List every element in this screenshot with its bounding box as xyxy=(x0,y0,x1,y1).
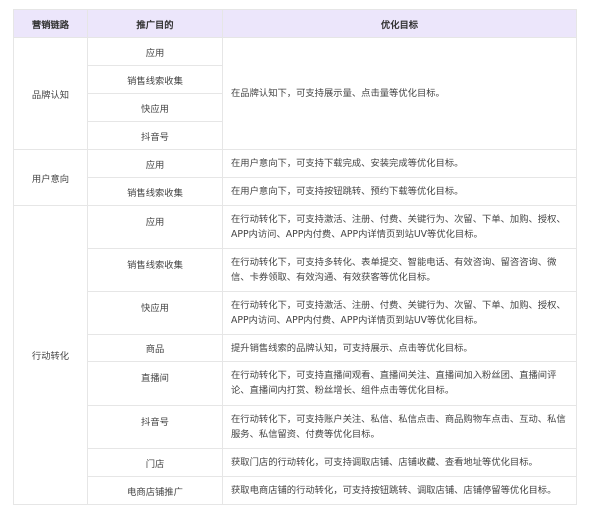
purpose-cell: 应用 xyxy=(87,37,223,66)
table-row: 门店 获取门店的行动转化，可支持调取店铺、店铺收藏、查看地址等优化目标。 xyxy=(14,448,577,477)
table-row: 品牌认知 应用 在品牌认知下，可支持展示量、点击量等优化目标。 xyxy=(13,37,577,150)
purpose-cell: 电商店铺推广 xyxy=(87,476,223,505)
table-header-row: 营销链路 推广目的 优化目标 xyxy=(13,9,577,38)
purpose-cell: 抖音号 xyxy=(87,121,223,150)
goal-cell: 在品牌认知下，可支持展示量、点击量等优化目标。 xyxy=(222,37,577,150)
goal-cell: 在行动转化下，可支持直播间观看、直播间关注、直播间加入粉丝团、直播间评论、直播间… xyxy=(222,361,577,406)
table-row: 直播间 在行动转化下，可支持直播间观看、直播间关注、直播间加入粉丝团、直播间评论… xyxy=(14,361,577,406)
purpose-cell: 应用 xyxy=(87,149,223,178)
header-optimization-goal: 优化目标 xyxy=(222,9,577,38)
goal-cell: 在行动转化下，可支持多转化、表单提交、智能电话、有效咨询、留咨咨询、微信、卡券领… xyxy=(222,248,577,292)
purpose-cell: 应用 xyxy=(87,205,223,249)
table-row: 销售线索收集 在行动转化下，可支持多转化、表单提交、智能电话、有效咨询、留咨咨询… xyxy=(14,248,577,292)
purpose-cell: 直播间 xyxy=(87,361,223,406)
table-row: 行动转化 应用 在行动转化下，可支持激活、注册、付费、关键行为、次留、下单、加购… xyxy=(13,205,577,505)
purpose-cell: 销售线索收集 xyxy=(87,248,223,292)
stage-cell: 用户意向 xyxy=(13,149,88,206)
purpose-cell: 快应用 xyxy=(87,93,223,122)
goal-cell: 在行动转化下，可支持激活、注册、付费、关键行为、次留、下单、加购、授权、APP内… xyxy=(222,205,577,249)
purpose-cell: 商品 xyxy=(87,334,223,362)
stage-cell: 品牌认知 xyxy=(13,37,88,150)
table-row: 电商店铺推广 获取电商店铺的行动转化，可支持按钮跳转、调取店铺、店铺停留等优化目… xyxy=(14,476,577,505)
table-row: 用户意向 应用 在用户意向下，可支持下载完成、安装完成等优化目标。 xyxy=(13,149,577,206)
optimization-goals-table: 营销链路 推广目的 优化目标 品牌认知 应用 在品牌认知下，可支持展示量、点击量… xyxy=(13,9,577,505)
goal-cell: 在行动转化下，可支持激活、注册、付费、关键行为、次留、下单、加购、授权、APP内… xyxy=(222,291,577,335)
table-row: 抖音号 在行动转化下，可支持账户关注、私信、私信点击、商品购物车点击、互动、私信… xyxy=(14,405,577,449)
purpose-cell: 销售线索收集 xyxy=(87,177,223,206)
purpose-cell: 门店 xyxy=(87,448,223,477)
goal-cell: 在用户意向下，可支持下载完成、安装完成等优化目标。 xyxy=(222,149,577,178)
stage-cell: 行动转化 xyxy=(13,205,88,505)
purpose-cell: 销售线索收集 xyxy=(87,65,223,94)
header-marketing-chain: 营销链路 xyxy=(13,9,88,38)
header-promotion-purpose: 推广目的 xyxy=(87,9,223,38)
purpose-cell: 抖音号 xyxy=(87,405,223,449)
goal-cell: 在用户意向下，可支持按钮跳转、预约下载等优化目标。 xyxy=(222,177,577,206)
goal-cell: 提升销售线索的品牌认知，可支持展示、点击等优化目标。 xyxy=(222,334,577,362)
table-row: 商品 提升销售线索的品牌认知，可支持展示、点击等优化目标。 xyxy=(14,334,577,362)
goal-cell: 在行动转化下，可支持账户关注、私信、私信点击、商品购物车点击、互动、私信服务、私… xyxy=(222,405,577,449)
table-row: 销售线索收集 在用户意向下，可支持按钮跳转、预约下载等优化目标。 xyxy=(14,177,577,206)
table-row: 快应用 在行动转化下，可支持激活、注册、付费、关键行为、次留、下单、加购、授权、… xyxy=(14,291,577,335)
goal-cell: 获取门店的行动转化，可支持调取店铺、店铺收藏、查看地址等优化目标。 xyxy=(222,448,577,477)
purpose-cell: 快应用 xyxy=(87,291,223,335)
goal-cell: 获取电商店铺的行动转化，可支持按钮跳转、调取店铺、店铺停留等优化目标。 xyxy=(222,476,577,505)
